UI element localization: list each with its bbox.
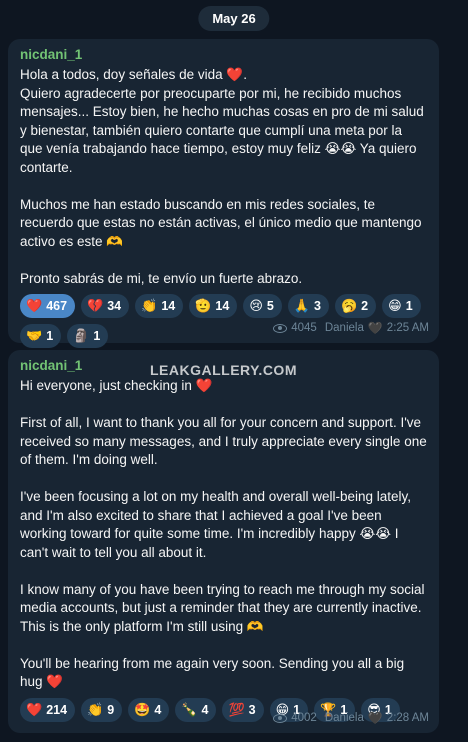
reaction-count: 4	[201, 702, 209, 717]
message-time: 2:28 AM	[386, 712, 429, 724]
reaction-emoji-icon: 👏	[141, 298, 158, 313]
reaction-emoji-icon: 🤝	[26, 328, 43, 343]
reaction-count: 1	[46, 329, 54, 343]
reaction-count: 5	[266, 299, 274, 313]
date-separator: May 26	[198, 6, 270, 31]
eye-icon	[273, 323, 288, 333]
reaction-count: 1	[93, 329, 101, 343]
author-signature: Daniela	[324, 322, 364, 334]
message-text: Hola a todos, doy señales de vida ❤️. Qu…	[20, 66, 427, 288]
reaction-emoji-icon: 🙏	[293, 298, 311, 313]
reaction-chip[interactable]: 👏 9	[81, 697, 123, 722]
reaction-count: 9	[107, 702, 115, 717]
reaction-chip[interactable]: 🤩 4	[128, 697, 170, 722]
reaction-chip[interactable]: ❤️ 214	[20, 697, 76, 722]
reaction-chip[interactable]: 🫡 14	[189, 294, 238, 318]
reaction-count: 14	[215, 299, 230, 313]
reaction-chip[interactable]: 👏 14	[135, 294, 184, 318]
message-bubble[interactable]: nicdani_1 Hi everyone, just checking in …	[8, 350, 439, 733]
reaction-emoji-icon: 💔	[87, 298, 104, 313]
reaction-count: 467	[46, 299, 68, 313]
reaction-emoji-icon: 🗿	[73, 328, 90, 343]
reaction-chip[interactable]: 🥱 2	[334, 294, 377, 318]
reaction-emoji-icon: ❤️	[26, 298, 43, 313]
message-bubble[interactable]: nicdani_1 Hola a todos, doy señales de v…	[8, 39, 439, 348]
reaction-emoji-icon: 🤩	[134, 701, 151, 717]
reaction-count: 3	[314, 299, 321, 313]
reaction-count: 2	[361, 299, 369, 313]
reaction-chip[interactable]: 💯 3	[222, 697, 264, 722]
message-paragraph: Muchos me han estado buscando en mis red…	[20, 196, 422, 249]
reaction-emoji-icon: 😢	[249, 298, 263, 313]
message-text: Hi everyone, just checking in ❤️ First o…	[20, 377, 427, 692]
message-meta: 4002 Daniela 🖤 2:28 AM	[273, 711, 429, 725]
sender-name[interactable]: nicdani_1	[20, 47, 427, 62]
view-count: 4045	[291, 322, 317, 334]
author-signature: Daniela	[324, 712, 364, 724]
message-time: 2:25 AM	[386, 322, 429, 334]
reaction-chip[interactable]: 💔 34	[81, 294, 130, 318]
black-heart-icon: 🖤	[367, 321, 383, 335]
reaction-count: 3	[248, 702, 256, 717]
reaction-chip[interactable]: 😁 1	[382, 294, 421, 318]
reaction-count: 1	[405, 299, 413, 313]
message-paragraph: I've been focusing a lot on my health an…	[20, 489, 412, 560]
reaction-chip[interactable]: 🍾 4	[175, 697, 217, 722]
reaction-emoji-icon: 🫡	[195, 298, 212, 313]
reaction-emoji-icon: 💯	[228, 701, 245, 717]
message-meta: 4045 Daniela 🖤 2:25 AM	[273, 321, 429, 335]
reaction-chip[interactable]: 🗿 1	[67, 324, 109, 348]
reaction-chip[interactable]: 🙏 3	[287, 294, 329, 318]
reaction-chip[interactable]: ❤️ 467	[20, 294, 76, 318]
message-paragraph: Pronto sabrás de mi, te envío un fuerte …	[20, 270, 303, 286]
message-paragraph: Hi everyone, just checking in ❤️	[20, 378, 213, 393]
view-count: 4002	[291, 712, 317, 724]
message-paragraph: I know many of you have been trying to r…	[20, 581, 425, 634]
reaction-emoji-icon: ❤️	[26, 701, 43, 717]
message-paragraph: Hola a todos, doy señales de vida ❤️. Qu…	[20, 67, 424, 175]
reaction-count: 14	[161, 299, 176, 313]
reaction-emoji-icon: 🍾	[181, 701, 198, 717]
reaction-count: 214	[46, 702, 68, 717]
reaction-count: 4	[154, 702, 162, 717]
message-paragraph: You'll be hearing from me again very soo…	[20, 655, 405, 690]
eye-icon	[273, 713, 288, 723]
reaction-emoji-icon: 🥱	[340, 298, 358, 313]
black-heart-icon: 🖤	[367, 711, 383, 725]
reaction-count: 34	[107, 299, 122, 313]
watermark: LEAKGALLERY.COM	[150, 362, 297, 378]
reaction-emoji-icon: 👏	[87, 701, 104, 717]
reaction-chip[interactable]: 🤝 1	[20, 324, 62, 348]
reaction-chip[interactable]: 😢 5	[243, 294, 282, 318]
reaction-emoji-icon: 😁	[388, 298, 402, 313]
message-paragraph: First of all, I want to thank you all fo…	[20, 415, 427, 467]
